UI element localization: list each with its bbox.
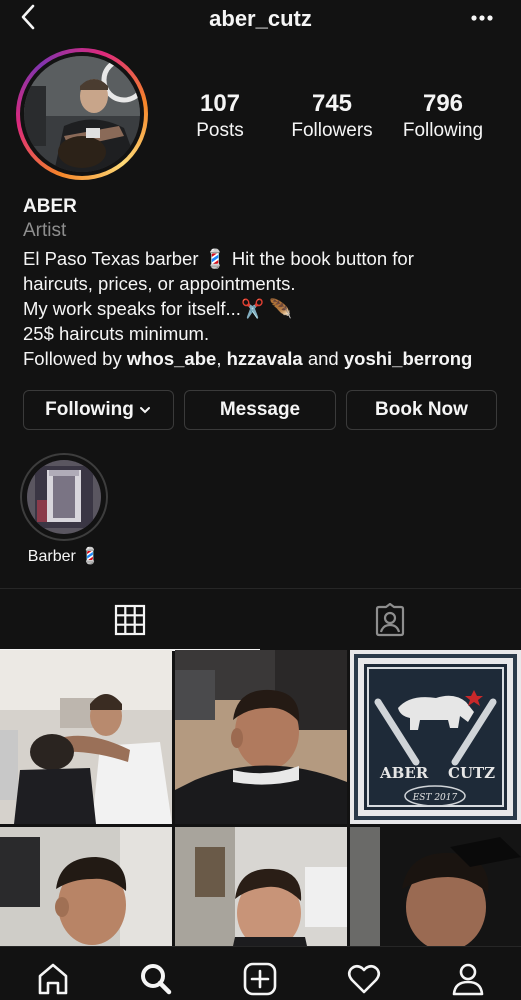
post-thumbnail[interactable] bbox=[175, 650, 347, 824]
post-thumbnail[interactable] bbox=[0, 650, 172, 824]
profile-name: ABER bbox=[23, 196, 77, 217]
following-count-label: Following bbox=[402, 120, 484, 141]
add-post-icon bbox=[243, 962, 277, 996]
heart-icon bbox=[347, 964, 381, 994]
profile-category: Artist bbox=[23, 220, 67, 241]
posts-count[interactable]: 107 Posts bbox=[165, 90, 275, 142]
profile-username: aber_cutz bbox=[209, 6, 312, 31]
profile-tabs bbox=[0, 588, 521, 651]
followed-user-link[interactable]: hzzavala bbox=[227, 348, 303, 369]
highlight-label: Barber 💈 bbox=[27, 548, 101, 565]
post-logo-text-right: CUTZ bbox=[448, 764, 495, 782]
followers-count-label: Followers bbox=[291, 120, 373, 141]
nav-profile[interactable] bbox=[448, 959, 488, 999]
tab-posts-grid[interactable] bbox=[0, 589, 260, 651]
followed-by[interactable]: Followed by whos_abe, hzzavala and yoshi… bbox=[23, 346, 513, 371]
bio-line: haircuts, prices, or appointments. bbox=[23, 273, 296, 294]
grid-icon bbox=[114, 604, 146, 636]
post-logo-text-left: ABER bbox=[379, 764, 429, 782]
avatar bbox=[24, 56, 140, 172]
profile-bio: ABER Artist El Paso Texas barber 💈 Hit t… bbox=[23, 196, 513, 371]
bio-line: My work speaks for itself...✂️ 🪶 bbox=[23, 298, 293, 319]
followed-by-prefix: Followed by bbox=[23, 348, 127, 369]
following-button-label: Following bbox=[45, 399, 134, 420]
posts-count-label: Posts bbox=[196, 120, 244, 141]
nav-activity[interactable] bbox=[344, 959, 384, 999]
message-button-label: Message bbox=[219, 399, 301, 420]
more-options-button[interactable] bbox=[467, 8, 497, 28]
following-button[interactable]: Following bbox=[23, 390, 174, 430]
post-thumbnail[interactable] bbox=[350, 827, 521, 946]
chevron-down-icon bbox=[139, 407, 150, 414]
home-icon bbox=[38, 963, 68, 995]
book-now-button-label: Book Now bbox=[375, 399, 468, 420]
top-bar: aber_cutz bbox=[0, 0, 521, 40]
book-now-button[interactable]: Book Now bbox=[346, 390, 497, 430]
followed-by-and: and bbox=[302, 348, 344, 369]
highlight-cover bbox=[27, 460, 101, 534]
avatar-story-ring[interactable] bbox=[16, 48, 148, 180]
following-count[interactable]: 796 Following bbox=[388, 90, 498, 142]
story-highlight[interactable] bbox=[20, 453, 108, 541]
followed-user-link[interactable]: whos_abe bbox=[127, 348, 216, 369]
bio-line: 25$ haircuts minimum. bbox=[23, 323, 210, 344]
post-thumbnail[interactable] bbox=[0, 827, 172, 946]
profile-icon bbox=[452, 963, 484, 996]
following-count-value: 796 bbox=[422, 90, 464, 117]
followed-by-separator: , bbox=[216, 348, 227, 369]
tab-tagged[interactable] bbox=[260, 589, 520, 651]
bio-line: El Paso Texas barber 💈 Hit the book butt… bbox=[23, 248, 414, 269]
post-thumbnail[interactable]: ABER CUTZ EST 2017 bbox=[350, 650, 521, 824]
tagged-user-icon bbox=[375, 603, 405, 637]
nav-new-post[interactable] bbox=[240, 959, 280, 999]
post-thumbnail[interactable] bbox=[175, 827, 347, 946]
more-horizontal-icon bbox=[471, 15, 493, 21]
posts-count-value: 107 bbox=[199, 90, 241, 117]
bottom-navigation bbox=[0, 946, 521, 1000]
post-logo-est: EST 2017 bbox=[412, 793, 458, 803]
nav-search[interactable] bbox=[136, 959, 176, 999]
posts-grid: ABER CUTZ EST 2017 bbox=[0, 650, 521, 946]
followed-user-link[interactable]: yoshi_berrong bbox=[344, 348, 473, 369]
nav-home[interactable] bbox=[33, 959, 73, 999]
message-button[interactable]: Message bbox=[184, 390, 336, 430]
search-icon bbox=[141, 964, 172, 995]
followers-count[interactable]: 745 Followers bbox=[277, 90, 387, 142]
followers-count-value: 745 bbox=[311, 90, 353, 117]
